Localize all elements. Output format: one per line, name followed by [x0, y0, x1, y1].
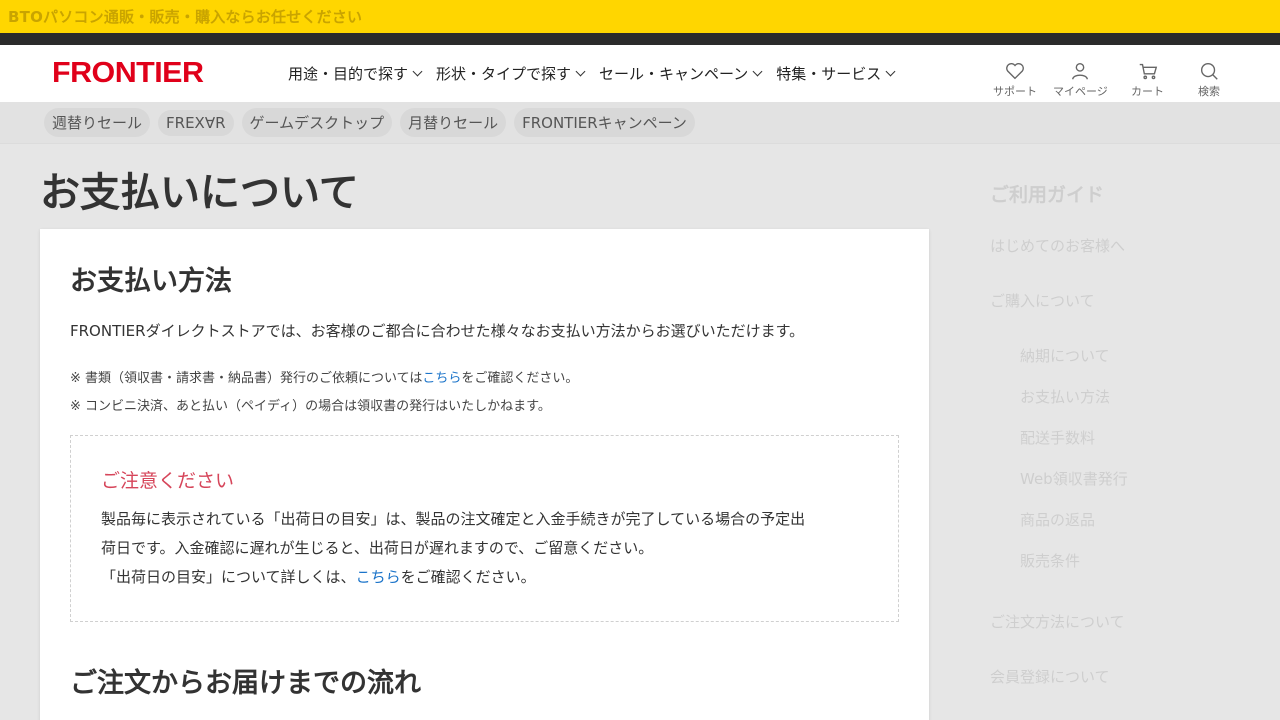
- caution-box: ご注意ください 製品毎に表示されている「出荷日の目安」は、製品の注文確定と入金手…: [70, 435, 899, 622]
- note-documents: ※ 書類（領収書・請求書・納品書）発行のご依頼についてはこちらをご確認ください。: [70, 365, 899, 393]
- sidebar-item-label: はじめてのお客様へ: [990, 237, 1126, 255]
- sidebar-item-purchase[interactable]: ご購入について: [990, 290, 1230, 311]
- sidebar-item-label: ご注文方法について: [990, 613, 1125, 631]
- nav-sale-label: セール・キャンペーン: [599, 65, 749, 83]
- note1-text: ※ 書類（領収書・請求書・納品書）発行のご依頼については: [70, 371, 423, 386]
- caution-title: ご注意ください: [101, 470, 235, 492]
- nav-feature[interactable]: 特集・サービス: [776, 63, 896, 84]
- support-label: サポート: [993, 85, 1037, 98]
- section-title: お支払い方法: [70, 266, 232, 297]
- sidebar-item-label: 会員登録について: [990, 668, 1110, 686]
- search-button[interactable]: 検索: [1198, 60, 1220, 99]
- sidebar-title: ご利用ガイド: [990, 184, 1105, 206]
- cart-label: カート: [1131, 85, 1164, 98]
- chevron-down-icon: [752, 66, 763, 77]
- guide-sidebar: ご利用ガイド はじめてのお客様へ ご購入について 納期について お支払い方法 配…: [990, 180, 1230, 720]
- tag-frontier-campaign[interactable]: FRONTIERキャンペーン: [514, 108, 695, 137]
- top-banner-text: BTOパソコン通販・販売・購入ならお任せください: [8, 8, 363, 26]
- sidebar-item-order-method[interactable]: ご注文方法について: [990, 611, 1230, 632]
- nav-type[interactable]: 形状・タイプで探す: [436, 63, 586, 84]
- nav-sale[interactable]: セール・キャンペーン: [599, 63, 763, 84]
- sidebar-sub-payment[interactable]: お支払い方法: [1020, 386, 1230, 407]
- shipping-date-link[interactable]: こちら: [356, 568, 401, 586]
- nav-feature-label: 特集・サービス: [776, 65, 882, 83]
- tag-frexar[interactable]: FREX∀R: [158, 109, 234, 136]
- sidebar-sub-shipping-fee[interactable]: 配送手数料: [1020, 427, 1230, 448]
- caution-line: 荷日です。入金確認に遅れが生じると、出荷日が遅れますので、ご留意ください。: [101, 539, 654, 557]
- tag-game-desktop[interactable]: ゲームデスクトップ: [241, 108, 393, 137]
- frontier-logo[interactable]: FRONTIER: [52, 57, 204, 90]
- content-card: お支払い方法 FRONTIERダイレクトストアでは、お客様のご都合に合わせた様々…: [40, 229, 929, 720]
- nav-type-label: 形状・タイプで探す: [436, 65, 572, 83]
- caution-line3-text: 「出荷日の目安」について詳しくは、: [101, 568, 356, 586]
- page-title: お支払いについて: [40, 170, 359, 216]
- intro-text: FRONTIERダイレクトストアでは、お客様のご都合に合わせた様々なお支払い方法…: [70, 322, 805, 340]
- support-button[interactable]: サポート: [993, 60, 1037, 99]
- tag-bar: 週替りセール FREX∀R ゲームデスクトップ 月替りセール FRONTIERキ…: [0, 102, 1280, 144]
- mypage-button[interactable]: マイページ: [1053, 60, 1108, 99]
- mypage-label: マイページ: [1053, 85, 1108, 98]
- section2-title: ご注文からお届けまでの流れ: [70, 668, 421, 699]
- tag-monthly-sale[interactable]: 月替りセール: [400, 108, 507, 137]
- documents-link[interactable]: こちら: [422, 371, 461, 386]
- sidebar-item-registration[interactable]: 会員登録について: [990, 666, 1230, 687]
- cart-button[interactable]: カート: [1131, 60, 1164, 99]
- tag-weekly-sale[interactable]: 週替りセール: [44, 108, 151, 137]
- search-icon: [1200, 62, 1218, 80]
- sidebar-item-first-time[interactable]: はじめてのお客様へ: [990, 235, 1230, 256]
- caution-body: 製品毎に表示されている「出荷日の目安」は、製品の注文確定と入金手続きが完了してい…: [101, 505, 868, 592]
- sidebar-sub-returns[interactable]: 商品の返品: [1020, 509, 1230, 530]
- caution-line3-after: をご確認ください。: [400, 568, 536, 586]
- heart-icon: [1006, 63, 1024, 80]
- search-label: 検索: [1198, 85, 1220, 98]
- caution-line: 「出荷日の目安」について詳しくは、こちらをご確認ください。: [101, 563, 868, 592]
- top-banner: BTOパソコン通販・販売・購入ならお任せください: [0, 0, 1280, 33]
- nav-usage-label: 用途・目的で探す: [288, 65, 409, 83]
- dark-strip: [0, 33, 1280, 45]
- note-receipt: ※ コンビニ決済、あと払い（ペイディ）の場合は領収書の発行はいたしかねます。: [70, 399, 551, 414]
- chevron-down-icon: [575, 66, 586, 77]
- sidebar-sub-receipt[interactable]: Web領収書発行: [1020, 468, 1230, 489]
- sidebar-sub-delivery[interactable]: 納期について: [1020, 345, 1230, 366]
- note1-after: をご確認ください。: [461, 371, 579, 386]
- sidebar-sub-terms[interactable]: 販売条件: [1020, 550, 1230, 571]
- chevron-down-icon: [885, 66, 896, 77]
- user-icon: [1072, 62, 1089, 80]
- nav-usage[interactable]: 用途・目的で探す: [288, 63, 423, 84]
- caution-line: 製品毎に表示されている「出荷日の目安」は、製品の注文確定と入金手続きが完了してい…: [101, 510, 806, 528]
- site-header: FRONTIER 用途・目的で探す 形状・タイプで探す セール・キャンペーン 特…: [0, 45, 1280, 102]
- main-nav: 用途・目的で探す 形状・タイプで探す セール・キャンペーン 特集・サービス: [288, 45, 909, 102]
- cart-icon: [1139, 63, 1157, 80]
- sidebar-item-label: ご購入について: [990, 292, 1095, 310]
- chevron-down-icon: [412, 66, 423, 77]
